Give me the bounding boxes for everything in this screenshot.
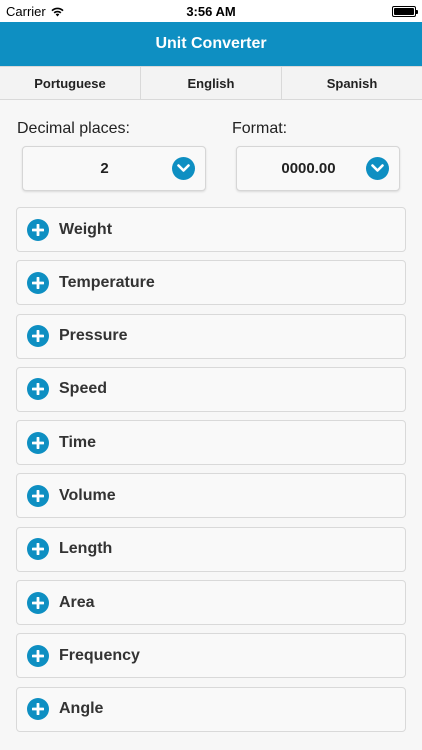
- options-panel: Decimal places: Format: 2 0000.00: [0, 100, 422, 208]
- category-speed[interactable]: Speed: [16, 366, 406, 412]
- tab-portuguese[interactable]: Portuguese: [0, 67, 141, 99]
- category-pressure[interactable]: Pressure: [16, 313, 406, 359]
- plus-icon: [27, 431, 49, 454]
- category-weight[interactable]: Weight: [16, 207, 406, 252]
- tab-spanish[interactable]: Spanish: [282, 67, 422, 99]
- category-label: Frequency: [59, 646, 140, 664]
- plus-icon: [27, 484, 49, 507]
- chevron-down-icon: [366, 157, 389, 180]
- format-select[interactable]: 0000.00: [236, 146, 400, 191]
- nav-bar: Unit Converter: [0, 22, 422, 66]
- category-label: Weight: [59, 220, 113, 238]
- plus-icon: [27, 698, 49, 721]
- plus-icon: [27, 378, 49, 401]
- category-label: Angle: [59, 700, 104, 718]
- status-time: 3:56 AM: [186, 3, 236, 19]
- plus-icon: [27, 538, 49, 561]
- plus-icon: [27, 591, 49, 614]
- battery-fill: [394, 7, 414, 15]
- category-label: Speed: [59, 380, 108, 398]
- category-label: Length: [59, 540, 113, 558]
- category-volume[interactable]: Volume: [16, 473, 406, 519]
- category-label: Area: [59, 593, 95, 611]
- category-label: Time: [59, 433, 97, 451]
- category-length[interactable]: Length: [16, 526, 406, 572]
- decimal-places-value: 2: [100, 160, 109, 177]
- category-time[interactable]: Time: [16, 420, 406, 466]
- tab-english[interactable]: English: [141, 67, 282, 99]
- category-temperature[interactable]: Temperature: [16, 260, 406, 306]
- chevron-down-icon: [172, 157, 195, 180]
- format-label: Format:: [232, 120, 288, 137]
- category-area[interactable]: Area: [16, 580, 406, 626]
- language-tabs: Portuguese English Spanish: [0, 66, 422, 100]
- decimal-places-label: Decimal places:: [17, 120, 130, 137]
- category-frequency[interactable]: Frequency: [16, 633, 406, 679]
- plus-icon: [27, 271, 49, 294]
- decimal-places-select[interactable]: 2: [22, 146, 206, 191]
- status-bar: Carrier 3:56 AM: [0, 0, 422, 22]
- battery-icon: [392, 5, 418, 17]
- plus-icon: [27, 218, 49, 241]
- category-list: Weight Temperature Pressure Speed Time V…: [16, 207, 406, 740]
- category-label: Pressure: [59, 327, 128, 345]
- format-value: 0000.00: [281, 160, 336, 177]
- category-label: Volume: [59, 486, 116, 504]
- plus-icon: [27, 644, 49, 667]
- category-angle[interactable]: Angle: [16, 686, 406, 732]
- plus-icon: [27, 325, 49, 348]
- page-title: Unit Converter: [155, 35, 267, 52]
- category-label: Temperature: [59, 273, 155, 291]
